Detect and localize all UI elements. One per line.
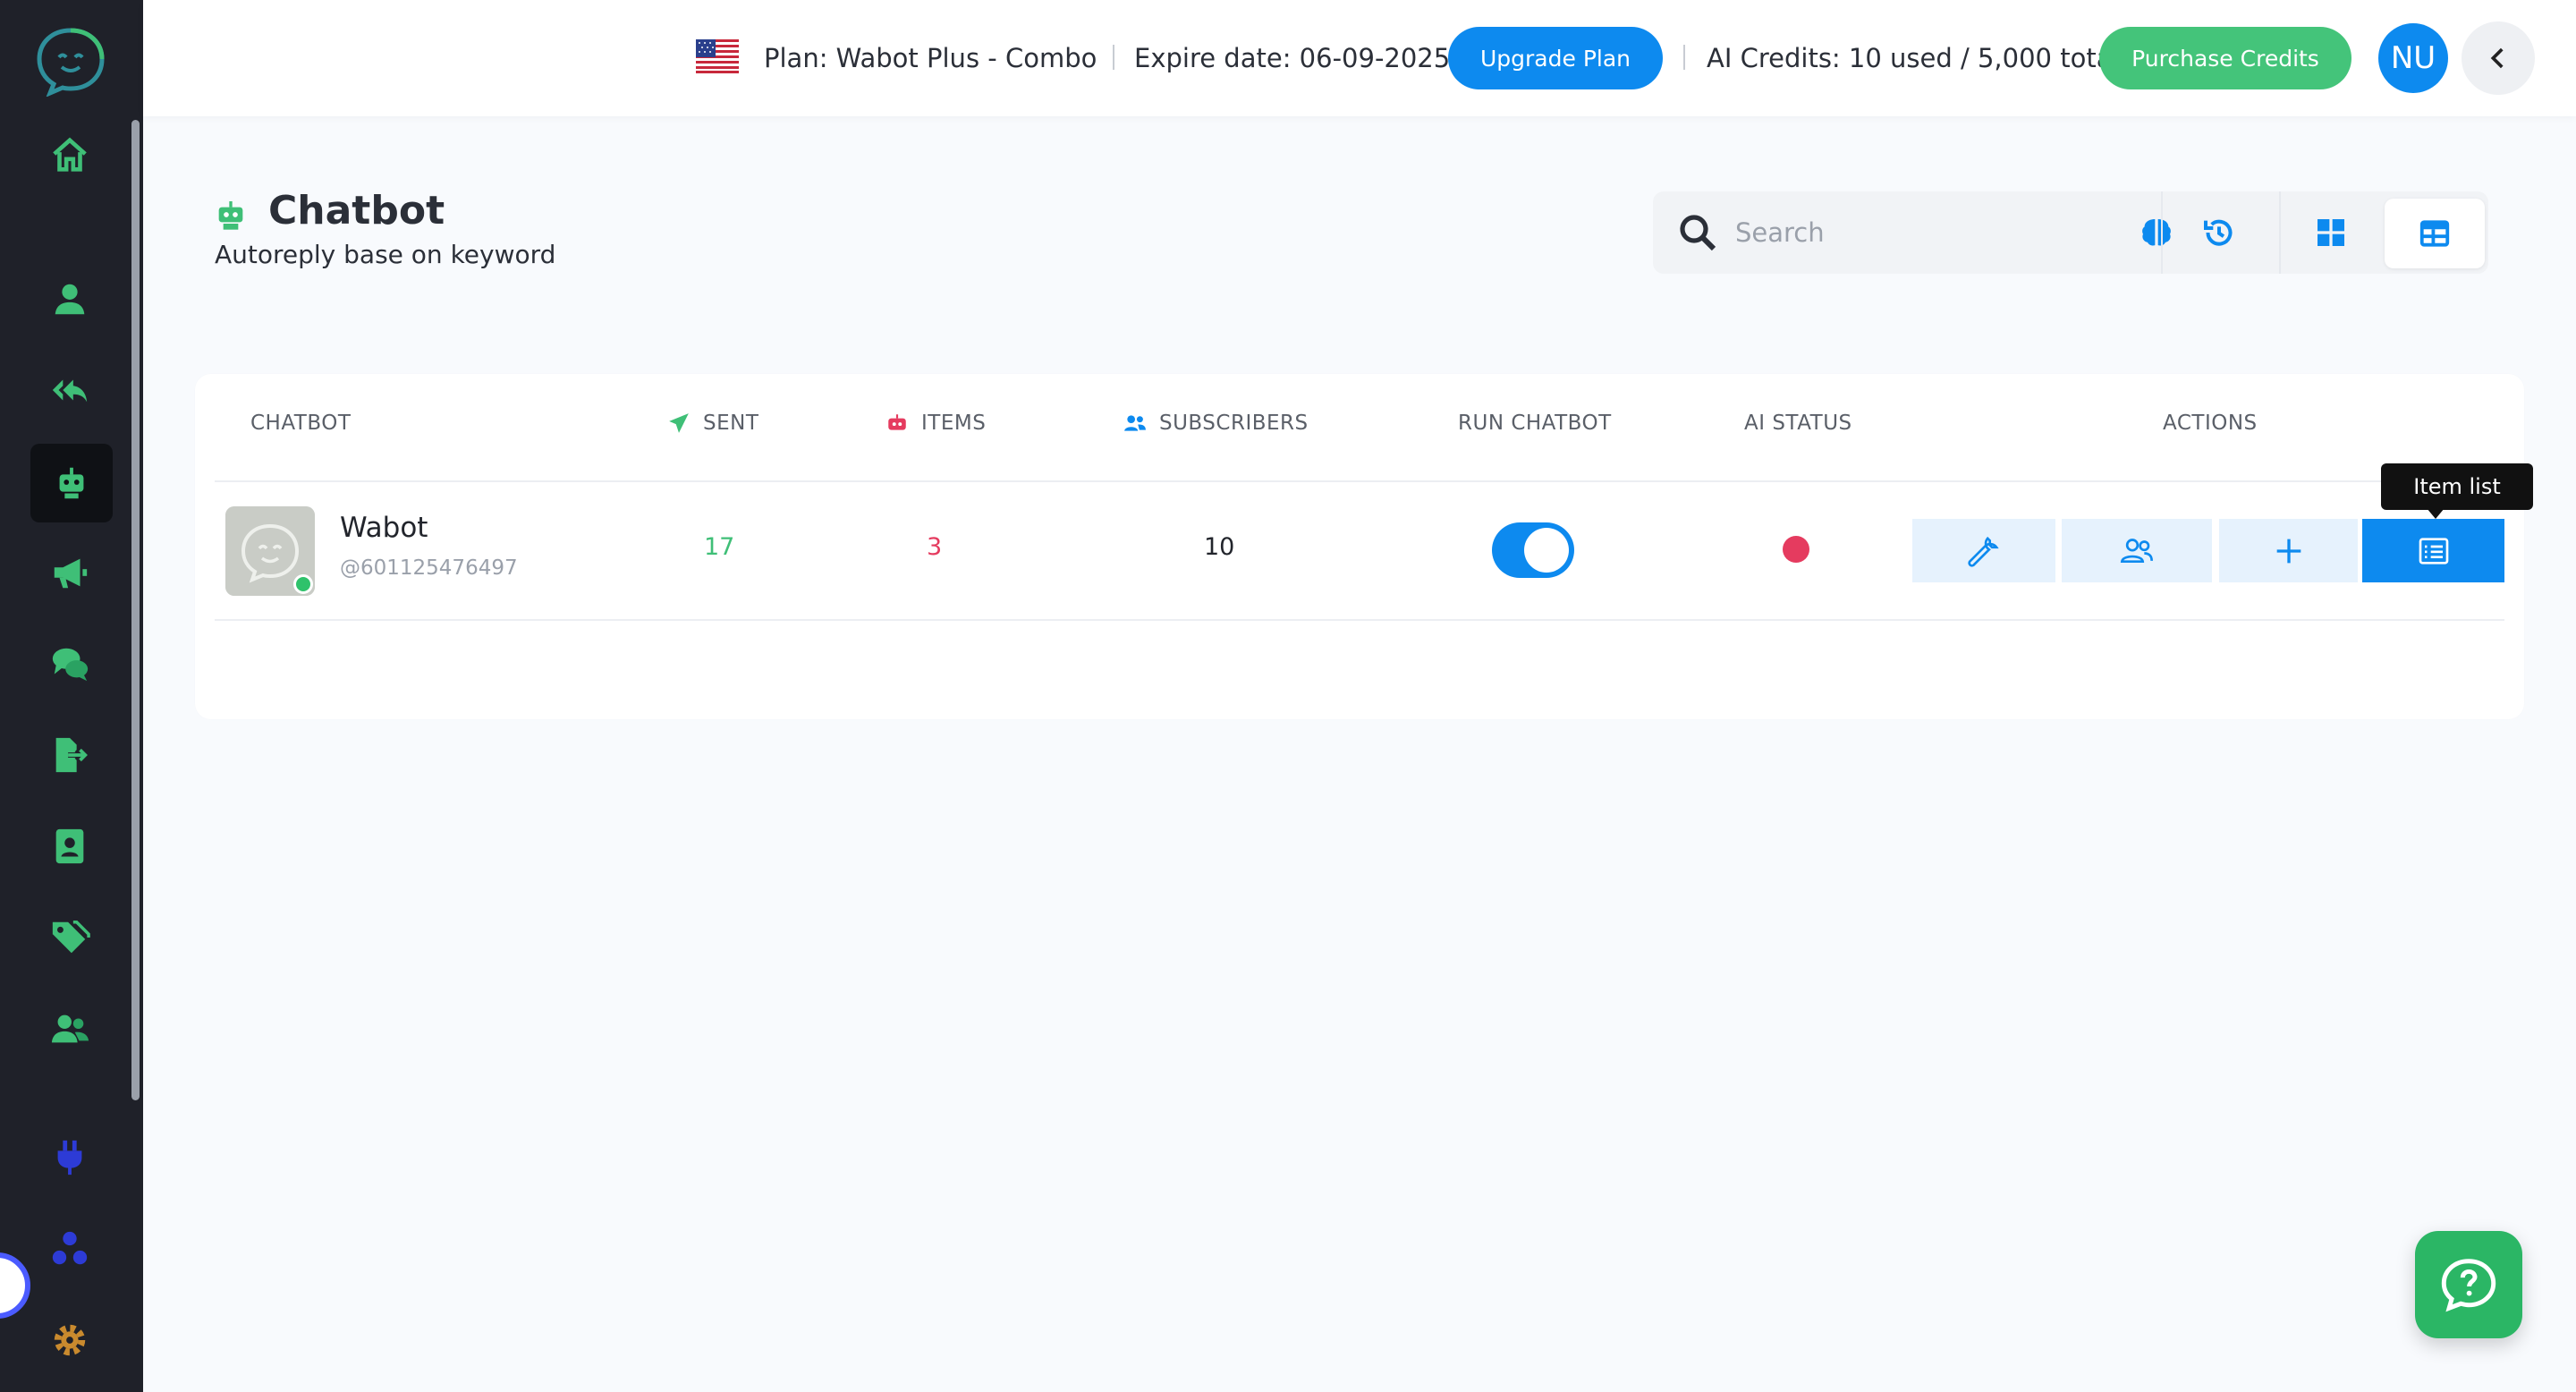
sent-count: 17 xyxy=(704,533,735,561)
upgrade-plan-button[interactable]: Upgrade Plan xyxy=(1448,27,1663,89)
robot-icon xyxy=(59,467,84,499)
header-divider xyxy=(1113,45,1114,70)
robot-icon xyxy=(888,414,906,430)
page-title: Chatbot xyxy=(268,188,445,233)
help-chat-button[interactable] xyxy=(2415,1231,2522,1338)
sidebar-scrollbar[interactable] xyxy=(131,120,140,1100)
header-divider xyxy=(1683,45,1685,70)
search-input[interactable] xyxy=(1735,204,2057,261)
ai-status-indicator xyxy=(1783,536,1809,563)
items-count: 3 xyxy=(927,533,943,561)
gear-icon[interactable] xyxy=(41,1311,98,1369)
user-icon[interactable] xyxy=(41,270,98,327)
toggle-knob xyxy=(1524,528,1569,573)
history-button[interactable] xyxy=(2161,191,2277,274)
chevron-left-icon xyxy=(2490,47,2504,69)
grid-view-button[interactable] xyxy=(2279,191,2383,274)
row-divider-line xyxy=(215,619,2504,621)
users-outline-icon xyxy=(2120,538,2153,563)
robot-icon xyxy=(218,201,243,230)
online-status-dot xyxy=(293,574,313,594)
run-chatbot-toggle[interactable] xyxy=(1492,522,1574,578)
collapse-sidebar-button[interactable] xyxy=(2462,21,2535,95)
column-header-run-chatbot: RUN CHATBOT xyxy=(1458,412,1612,435)
users-group-icon[interactable] xyxy=(41,1000,98,1057)
subscribers-action-button[interactable] xyxy=(2062,519,2212,582)
subscribers-count: 10 xyxy=(1204,533,1235,561)
top-header: Plan: Wabot Plus - Combo Expire date: 06… xyxy=(143,0,2576,116)
add-item-action-button[interactable] xyxy=(2219,519,2358,582)
column-header-ai-status: AI STATUS xyxy=(1744,412,1852,435)
tooltip-arrow xyxy=(2427,508,2445,519)
column-header-items: ITEMS xyxy=(886,412,986,435)
table-icon xyxy=(2419,220,2450,247)
users-icon xyxy=(1124,415,1146,431)
table-view-button[interactable] xyxy=(2385,199,2485,268)
toolbar xyxy=(1653,191,2488,274)
settings-action-button[interactable] xyxy=(1912,519,2055,582)
expire-date-text: Expire date: 06-09-2025 xyxy=(1134,43,1451,73)
column-header-actions: ACTIONS xyxy=(2163,412,2258,435)
paper-plane-icon xyxy=(669,413,689,433)
tags-icon[interactable] xyxy=(41,909,98,966)
megaphone-icon[interactable] xyxy=(41,544,98,601)
help-chat-icon xyxy=(2441,1259,2496,1312)
us-flag-icon xyxy=(696,39,739,73)
sidebar-item-chatbot[interactable] xyxy=(30,444,113,522)
reply-all-icon[interactable] xyxy=(41,361,98,419)
search-icon xyxy=(1680,215,1716,251)
wrench-icon xyxy=(1968,536,1999,567)
purchase-credits-button[interactable]: Purchase Credits xyxy=(2099,27,2351,89)
chat-bubbles-icon[interactable] xyxy=(41,635,98,692)
file-export-icon[interactable] xyxy=(41,726,98,784)
plus-icon xyxy=(2276,539,2301,563)
list-icon xyxy=(2419,537,2448,564)
grid-icon xyxy=(2318,219,2344,246)
chatbot-name[interactable]: Wabot xyxy=(340,512,428,544)
page-subtitle: Autoreply base on keyword xyxy=(215,240,556,269)
column-header-chatbot: CHATBOT xyxy=(250,412,352,435)
history-icon xyxy=(2204,219,2233,246)
user-avatar[interactable]: NU xyxy=(2378,23,2448,93)
home-icon[interactable] xyxy=(41,127,98,184)
app-logo-icon[interactable] xyxy=(32,25,109,98)
ai-credits-text: AI Credits: 10 used / 5,000 total xyxy=(1707,43,2120,73)
column-header-subscribers: SUBSCRIBERS xyxy=(1123,412,1309,435)
sidebar xyxy=(0,0,143,1392)
item-list-action-button[interactable] xyxy=(2362,519,2504,582)
contact-book-icon[interactable] xyxy=(41,818,98,875)
item-list-tooltip: Item list xyxy=(2381,463,2533,510)
plug-icon[interactable] xyxy=(41,1129,98,1186)
plan-text: Plan: Wabot Plus - Combo xyxy=(764,43,1097,73)
chatbot-phone: @601125476497 xyxy=(340,556,518,580)
sitemap-icon[interactable] xyxy=(41,1220,98,1277)
header-divider-line xyxy=(215,480,2504,482)
column-header-sent: SENT xyxy=(667,412,758,435)
